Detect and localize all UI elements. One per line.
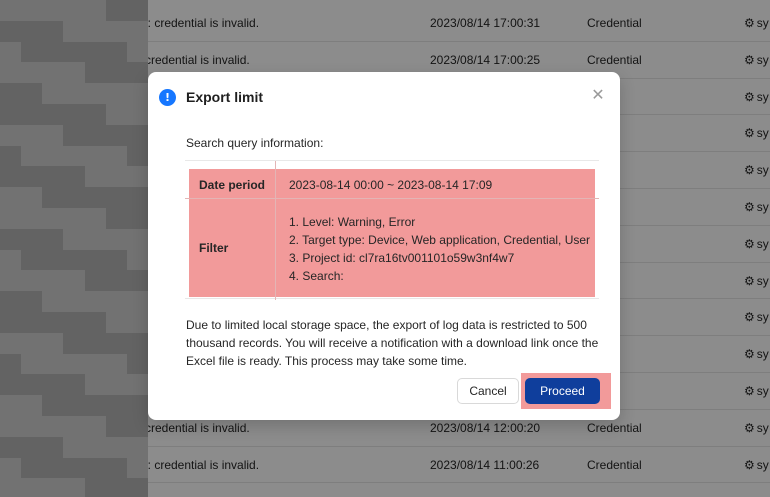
filter-row: Filter 1. Level: Warning, Error 2. Targe… <box>185 199 599 297</box>
search-query-label: Search query information: <box>186 136 324 150</box>
export-notice: Due to limited local storage space, the … <box>186 318 599 368</box>
filter-item: 4. Search: <box>289 269 344 283</box>
date-period-label: Date period <box>199 178 266 192</box>
dialog-title: Export limit <box>186 89 264 105</box>
export-limit-dialog: ! Export limit ✕ Search query informatio… <box>148 72 620 420</box>
info-icon: ! <box>159 89 176 106</box>
close-icon[interactable]: ✕ <box>589 86 607 104</box>
proceed-button[interactable]: Proceed <box>525 378 600 404</box>
cancel-button[interactable]: Cancel <box>457 378 519 404</box>
filter-item: 2. Target type: Device, Web application,… <box>289 233 591 247</box>
filter-item: 3. Project id: cl7ra16tv001101o59w3nf4w7 <box>289 251 515 265</box>
date-period-row: Date period 2023-08-14 00:00 ~ 2023-08-1… <box>185 169 599 199</box>
search-query-table: Date period 2023-08-14 00:00 ~ 2023-08-1… <box>185 160 599 300</box>
proceed-highlight: Proceed <box>521 373 611 409</box>
filter-item: 1. Level: Warning, Error <box>289 215 416 229</box>
date-period-value: 2023-08-14 00:00 ~ 2023-08-14 17:09 <box>289 178 493 192</box>
filter-label: Filter <box>199 241 229 255</box>
dialog-header: ! Export limit ✕ <box>148 72 620 124</box>
filter-list: 1. Level: Warning, Error 2. Target type:… <box>289 213 590 285</box>
